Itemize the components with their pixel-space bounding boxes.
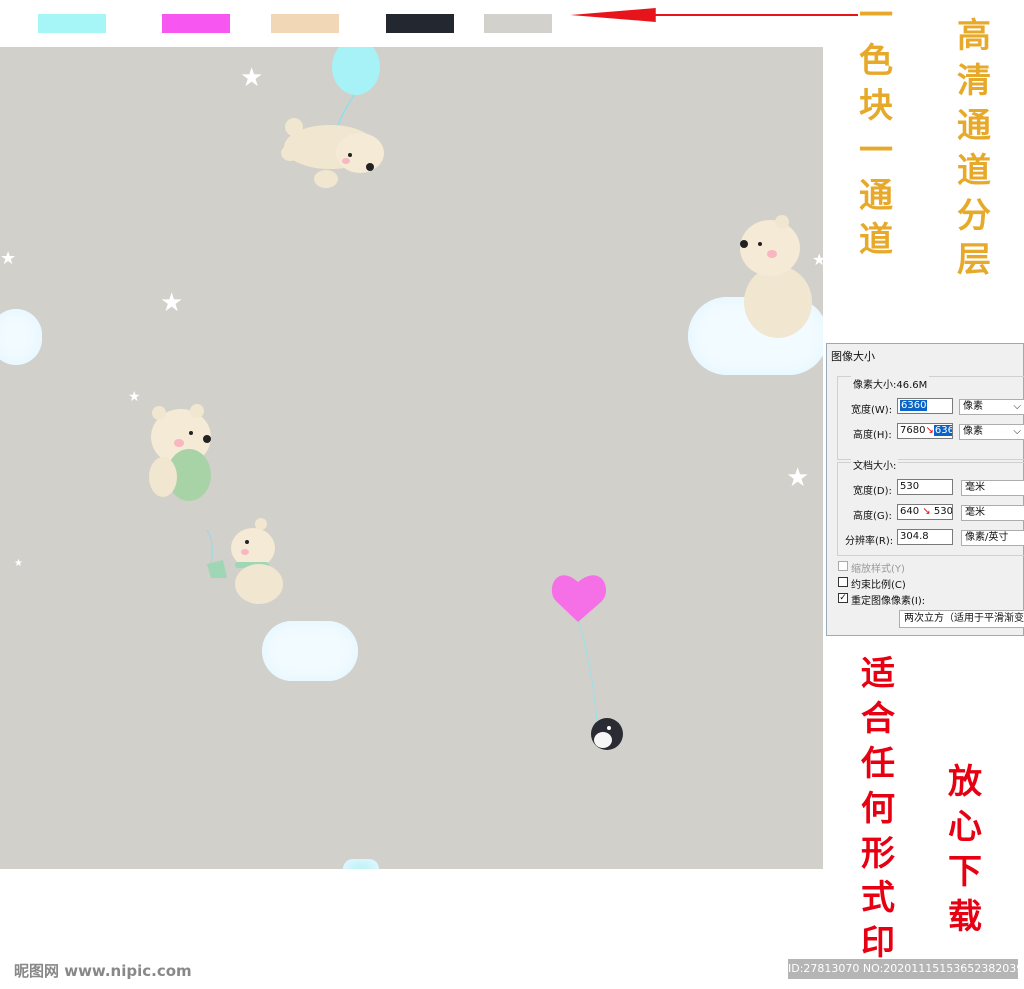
width-label: 宽度(W): xyxy=(851,405,893,416)
resolution-label: 分辨率(R): xyxy=(845,536,894,547)
pattern-canvas: ★ ★ ★ ★ ★ ★ ★ xyxy=(0,47,823,869)
channel-note: 一色块一通道 xyxy=(859,0,893,261)
resample-checkbox[interactable]: ✓ xyxy=(838,593,848,603)
chevron-down-icon: ⌵ xyxy=(1013,401,1021,412)
constrain-checkbox[interactable] xyxy=(838,577,848,587)
pixel-size-label: 像素大小:46.6M xyxy=(851,376,930,391)
resolution-unit-select[interactable]: 像素/英寸 xyxy=(961,530,1024,546)
bear-with-balloon xyxy=(281,47,384,188)
site-watermark: 昵图网 www.nipic.com xyxy=(14,962,192,980)
star-icon: ★ xyxy=(240,63,264,93)
doc-height-unit-select[interactable]: 毫米 xyxy=(961,505,1024,521)
image-size-dialog: 图像大小 像素大小:46.6M 宽度(W): 6360 像素 ⌵ 高度(H): … xyxy=(826,343,1024,636)
cloud xyxy=(262,621,358,681)
color-swatch-navy xyxy=(386,14,454,33)
cloud xyxy=(0,309,42,365)
doc-width-label: 宽度(D): xyxy=(853,486,892,497)
cloud xyxy=(343,859,379,869)
constrain-label: 约束比例(C) xyxy=(851,580,906,591)
resample-method-select[interactable]: 两次立方（适用于平滑渐变 xyxy=(899,610,1024,628)
doc-height-label: 高度(G): xyxy=(853,511,892,522)
arrow-left-icon xyxy=(570,8,656,22)
layers-note: 高清通道分层 xyxy=(957,16,991,281)
id-watermark: ID:27813070 NO:20201115153652382039 xyxy=(788,959,1023,979)
check-icon: ✓ xyxy=(839,593,847,603)
star-icon: ★ xyxy=(0,248,17,269)
height-label: 高度(H): xyxy=(853,430,892,441)
width-input[interactable]: 6360 xyxy=(897,398,953,414)
bear-with-green-balloon xyxy=(149,404,211,501)
height-unit-select[interactable]: 像素 ⌵ xyxy=(959,424,1024,440)
download-note: 放心下载 xyxy=(948,762,982,937)
bear-with-scarf xyxy=(206,518,283,604)
arrow-icon: ↘ xyxy=(925,425,934,436)
doc-height-input[interactable]: 640 ↘ 530 xyxy=(897,504,953,520)
height-input[interactable]: 7680↘6360 xyxy=(897,423,953,439)
doc-width-input[interactable]: 530 xyxy=(897,479,953,495)
penguin-with-heart-balloon xyxy=(551,575,623,750)
resample-label: 重定图像像素(I): xyxy=(851,596,926,607)
color-swatch-magenta xyxy=(162,14,230,33)
chevron-down-icon: ⌵ xyxy=(1013,426,1021,437)
color-swatch-beige xyxy=(271,14,339,33)
print-note: 适合任何形式印 xyxy=(861,654,895,964)
star-icon: ★ xyxy=(160,288,184,318)
doc-size-label: 文档大小: xyxy=(851,457,899,472)
dialog-title: 图像大小 xyxy=(831,350,875,363)
star-icon: ★ xyxy=(128,389,141,405)
star-icon: ★ xyxy=(786,463,810,493)
arrow-icon: ↘ xyxy=(922,506,931,517)
bear-on-cloud xyxy=(740,215,812,338)
color-swatch-cyan xyxy=(38,14,106,33)
star-icon: ★ xyxy=(14,558,23,569)
color-swatch-gray xyxy=(484,14,552,33)
scale-styles-label: 缩放样式(Y) xyxy=(851,564,905,575)
resolution-input[interactable]: 304.8 xyxy=(897,529,953,545)
doc-width-unit-select[interactable]: 毫米 xyxy=(961,480,1024,496)
width-unit-select[interactable]: 像素 ⌵ xyxy=(959,399,1024,415)
scale-styles-checkbox[interactable] xyxy=(838,561,848,571)
